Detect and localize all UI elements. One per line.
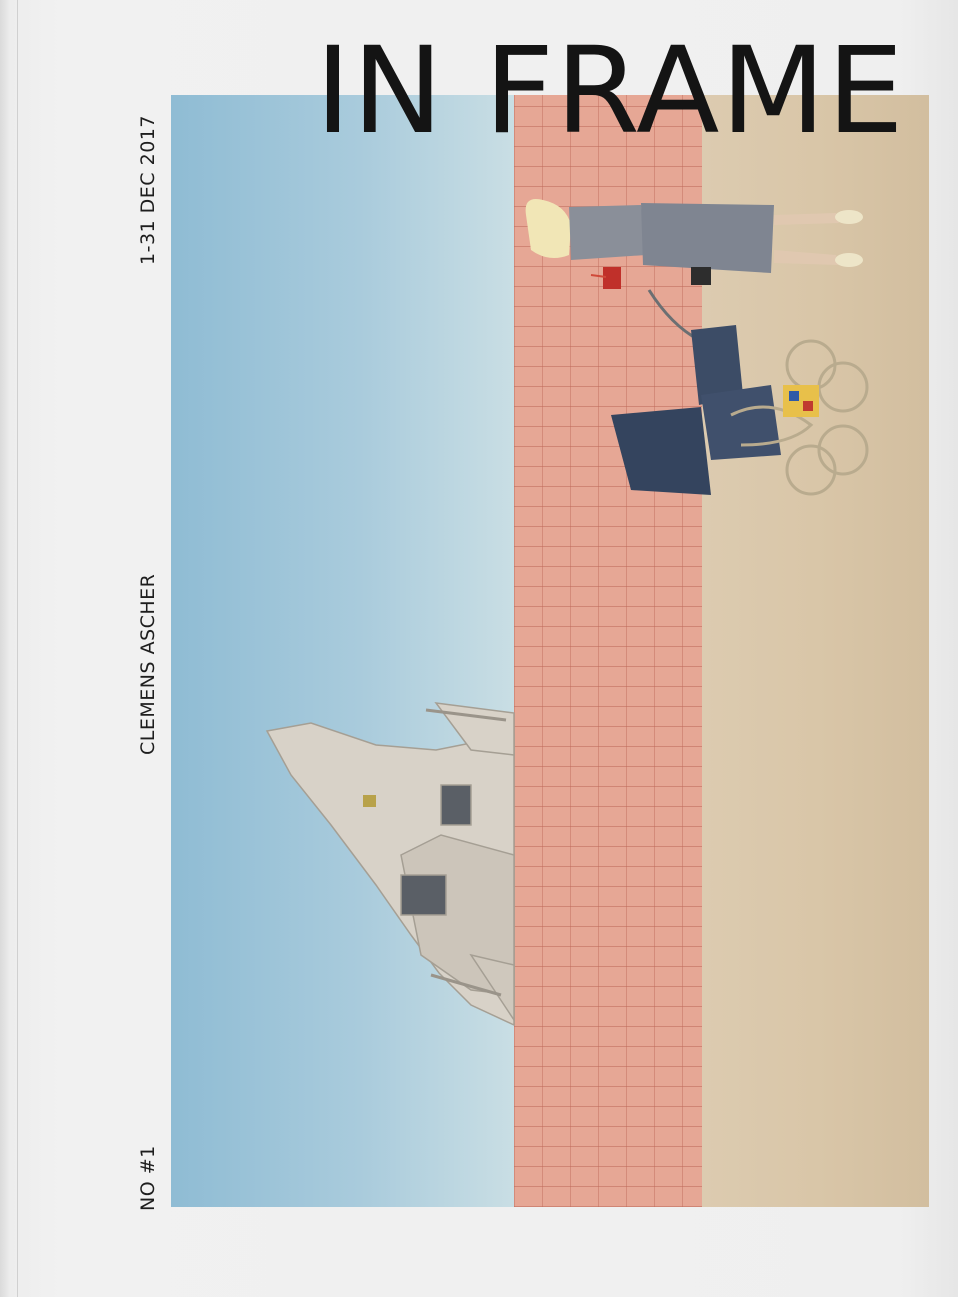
- magazine-cover: IN FRAME 1-31 DEC 2017 CLEMENS ASCHER NO…: [0, 0, 958, 1297]
- magazine-title: IN FRAME: [315, 21, 905, 161]
- cover-photo: [171, 95, 929, 1207]
- photo-figures: [265, 199, 869, 1027]
- spine-edge: [17, 0, 18, 1297]
- issue-date: 1-31 DEC 2017: [137, 115, 159, 265]
- woman-illustration: [525, 199, 863, 289]
- pram-illustration: [611, 289, 869, 496]
- issue-number: NO #1: [137, 1145, 159, 1211]
- fighter-jet-illustration: [265, 702, 515, 1027]
- featured-artist: CLEMENS ASCHER: [137, 573, 159, 755]
